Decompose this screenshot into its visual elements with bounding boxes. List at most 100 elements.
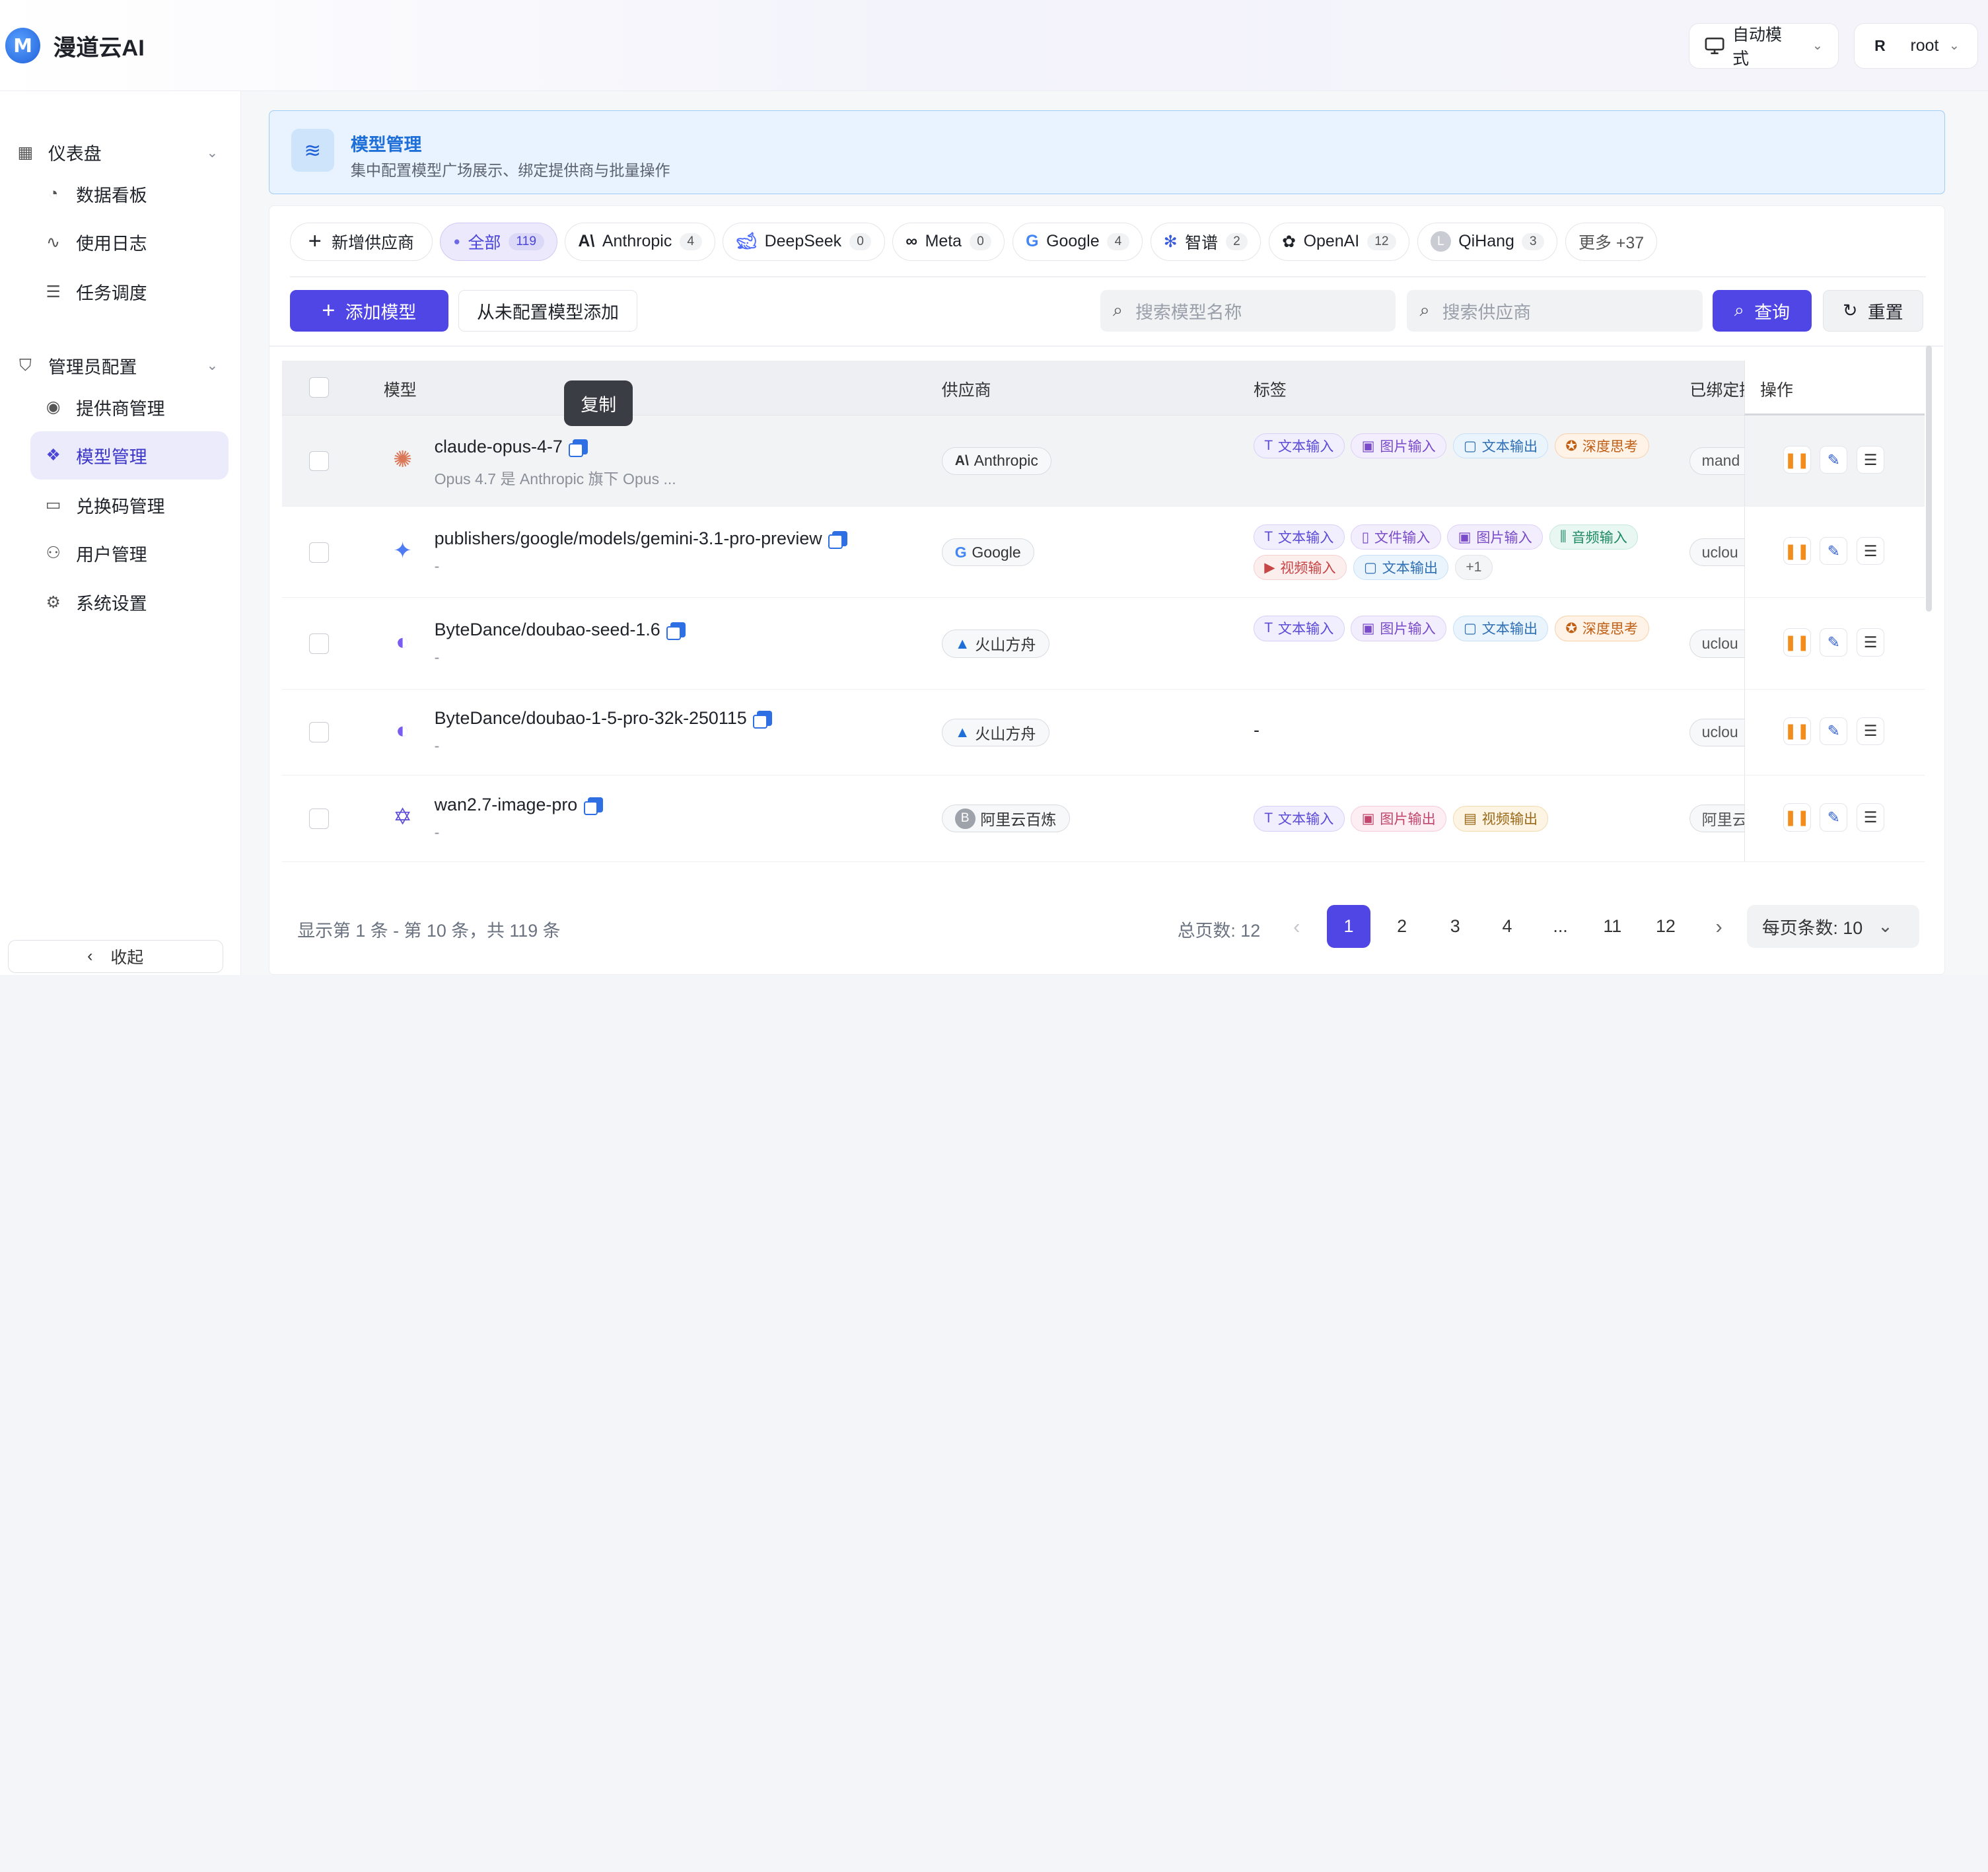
provider-chip-qihang[interactable]: L QiHang 3 — [1417, 222, 1558, 261]
page-button-1[interactable]: 1 — [1327, 904, 1370, 949]
sidebar-item-data-board[interactable]: ◔ 数据看板 — [30, 170, 229, 218]
edit-button[interactable]: ✎ — [1820, 803, 1848, 832]
pause-button[interactable]: ❚❚ — [1783, 628, 1811, 657]
user-name: root — [1910, 36, 1939, 55]
search-vendor-input[interactable]: ⌕ 搜索供应商 — [1407, 289, 1703, 332]
page-subtitle: 集中配置模型广场展示、绑定提供商与批量操作 — [350, 162, 670, 180]
broadcast-icon: ◉ — [46, 398, 61, 417]
column-header-tags: 标签 — [1253, 381, 1287, 400]
select-all-checkbox[interactable] — [308, 377, 330, 398]
collapse-sidebar-button[interactable]: ‹ 收起 — [7, 939, 223, 973]
table-row[interactable]: ✦ publishers/google/models/gemini-3.1-pr… — [282, 507, 1925, 598]
provider-chip-all[interactable]: ● 全部 119 — [440, 222, 557, 261]
table-row[interactable]: ✺ claude-opus-4-7 Opus 4.7 是 Anthropic 旗… — [282, 415, 1925, 507]
sidebar-item-usage-log[interactable]: ∿ 使用日志 — [30, 218, 229, 266]
shield-icon: ⛉ — [19, 355, 32, 375]
row-checkbox[interactable] — [308, 633, 330, 654]
model-name: ByteDance/doubao-1-5-pro-32k-250115 — [435, 708, 773, 729]
add-model-button[interactable]: + 添加模型 — [289, 289, 448, 332]
row-actions: ❚❚ ✎ ☰ — [1744, 775, 1925, 861]
tag: T 文本输入 — [1253, 524, 1345, 550]
copy-icon[interactable] — [753, 711, 773, 729]
brand[interactable]: M 漫道云AI — [5, 28, 145, 63]
page-button-11[interactable]: 11 — [1591, 905, 1634, 948]
provider-chip-openai[interactable]: ✿ OpenAI 12 — [1268, 222, 1410, 261]
sidebar-group-dashboard[interactable]: ▦ 仪表盘 ⌄ — [15, 139, 219, 165]
edit-button[interactable]: ✎ — [1820, 537, 1848, 565]
activity-icon: ∿ — [46, 233, 61, 252]
page-button-4[interactable]: 4 — [1485, 905, 1528, 948]
sidebar-group-admin[interactable]: ⛉ 管理员配置 ⌄ — [15, 353, 218, 378]
page-button-12[interactable]: 12 — [1644, 905, 1687, 948]
more-menu-button[interactable]: ☰ — [1856, 717, 1885, 745]
refresh-icon: ↻ — [1843, 300, 1858, 320]
tag-more[interactable]: +1 — [1454, 555, 1493, 581]
add-from-unconfigured-button[interactable]: 从未配置模型添加 — [458, 289, 637, 332]
more-menu-button[interactable]: ☰ — [1856, 537, 1885, 565]
pause-button[interactable]: ❚❚ — [1783, 445, 1811, 474]
row-checkbox[interactable] — [308, 809, 330, 829]
text-icon: T — [1264, 620, 1273, 636]
edit-button[interactable]: ✎ — [1820, 445, 1848, 474]
tag-label: 深度思考 — [1582, 622, 1639, 637]
text-icon: T — [1264, 810, 1273, 826]
add-provider-button[interactable]: + 新增供应商 — [289, 222, 433, 261]
row-checkbox[interactable] — [308, 542, 330, 563]
copy-icon[interactable] — [828, 530, 848, 549]
anthropic-icon: A\ — [954, 452, 969, 468]
query-button[interactable]: ⌕ 查询 — [1712, 289, 1812, 332]
theme-mode-dropdown[interactable]: 自动模式 ⌄ — [1689, 22, 1839, 69]
tag-label: 文本输入 — [1277, 812, 1334, 828]
search-model-input[interactable]: ⌕ 搜索模型名称 — [1100, 289, 1396, 332]
page-button-3[interactable]: 3 — [1434, 905, 1477, 948]
row-checkbox[interactable] — [308, 722, 330, 743]
more-providers-button[interactable]: 更多 +37 — [1565, 222, 1658, 261]
provider-chip-label: QiHang — [1458, 232, 1514, 251]
pause-button[interactable]: ❚❚ — [1783, 717, 1811, 745]
provider-chip-google[interactable]: G Google 4 — [1012, 222, 1143, 261]
model-description: Opus 4.7 是 Anthropic 旗下 Opus ... — [434, 470, 676, 487]
table-row[interactable]: ◐ ByteDance/doubao-1-5-pro-32k-250115 - … — [282, 689, 1925, 776]
prev-page-button[interactable]: ‹ — [1275, 905, 1318, 948]
row-actions: ❚❚ ✎ ☰ — [1744, 415, 1925, 507]
reset-button[interactable]: ↻ 重置 — [1823, 289, 1923, 332]
plus-icon: + — [308, 229, 322, 254]
sidebar-item-task-schedule[interactable]: ☰ 任务调度 — [30, 268, 229, 316]
table-scrollbar[interactable] — [1925, 345, 1933, 612]
row-checkbox[interactable] — [308, 450, 330, 472]
divider — [289, 275, 1926, 277]
sidebar-item-user-mgmt[interactable]: ⚇ 用户管理 — [30, 529, 229, 577]
page-ellipsis[interactable]: ... — [1539, 905, 1582, 948]
film-icon: ▤ — [1464, 811, 1477, 827]
table-row[interactable]: ✡ wan2.7-image-pro - B 阿里云百炼 T 文本输入 ▣ 图片输出… — [282, 775, 1925, 862]
copy-icon[interactable] — [569, 439, 588, 458]
edit-button[interactable]: ✎ — [1820, 717, 1848, 745]
table-row[interactable]: ◐ ByteDance/doubao-seed-1.6 - ▲ 火山方舟 T 文本… — [282, 598, 1925, 690]
ops-header-cell: 操作 — [1744, 361, 1925, 415]
provider-chip-deepseek[interactable]: 🐋︎ DeepSeek 0 — [723, 222, 885, 261]
copy-icon[interactable] — [666, 622, 686, 640]
edit-button[interactable]: ✎ — [1820, 628, 1848, 657]
sidebar-item-redeem-code[interactable]: ▭ 兑换码管理 — [30, 481, 229, 529]
provider-chip-anthropic[interactable]: A\ Anthropic 4 — [565, 222, 715, 261]
provider-chip-label: DeepSeek — [764, 232, 842, 251]
sidebar-item-provider-mgmt[interactable]: ◉ 提供商管理 — [30, 383, 229, 431]
more-menu-button[interactable]: ☰ — [1856, 803, 1885, 832]
pause-button[interactable]: ❚❚ — [1783, 803, 1811, 832]
page-button-2[interactable]: 2 — [1380, 905, 1423, 948]
copy-icon[interactable] — [583, 797, 603, 815]
provider-chip-meta[interactable]: ∞ Meta 0 — [892, 222, 1005, 261]
provider-chip-zhipu[interactable]: ✻ 智谱 2 — [1150, 222, 1261, 261]
sidebar-item-model-mgmt[interactable]: ❖ 模型管理 — [30, 431, 229, 480]
pause-button[interactable]: ❚❚ — [1783, 537, 1811, 565]
brain-icon: ✪ — [1565, 438, 1578, 454]
search-icon: ⌕ — [1734, 300, 1744, 320]
tag-list: - — [1254, 720, 1672, 740]
more-menu-button[interactable]: ☰ — [1856, 445, 1885, 474]
more-menu-button[interactable]: ☰ — [1856, 628, 1885, 657]
search-icon: ⌕ — [1112, 300, 1123, 320]
next-page-button[interactable]: › — [1697, 905, 1740, 948]
user-menu-dropdown[interactable]: R root ⌄ — [1854, 22, 1979, 69]
page-size-select[interactable]: 每页条数: 10 ⌄ — [1746, 904, 1919, 949]
sidebar-item-system-settings[interactable]: ⚙ 系统设置 — [30, 579, 229, 627]
